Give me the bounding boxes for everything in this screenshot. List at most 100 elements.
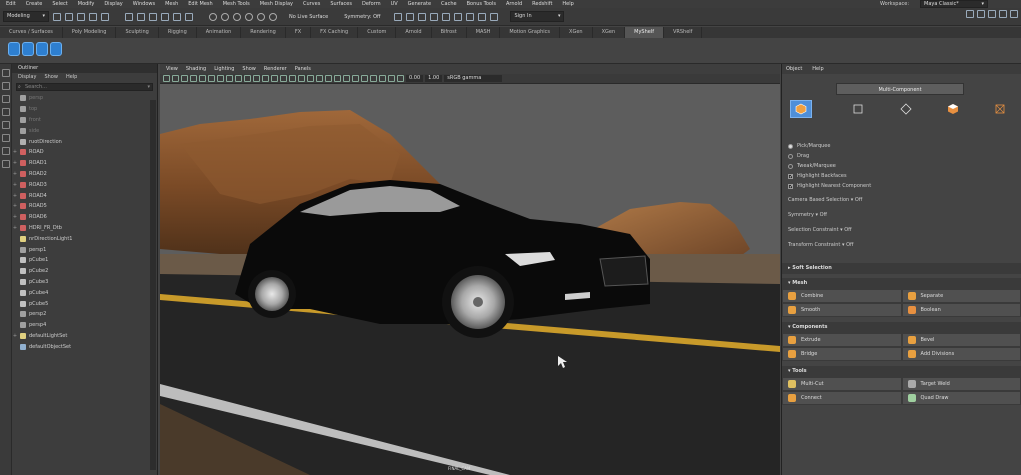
- tab-arnold[interactable]: Arnold: [396, 27, 432, 38]
- edge-mode-button[interactable]: [895, 100, 917, 118]
- select-tool-icon[interactable]: [2, 69, 10, 77]
- settings-gear-icon[interactable]: [1010, 10, 1018, 18]
- symmetry-label[interactable]: Symmetry: Off: [344, 14, 380, 20]
- wireframe-icon[interactable]: [280, 75, 287, 82]
- anti-aliasing-icon[interactable]: [352, 75, 359, 82]
- expand-icon[interactable]: +: [12, 149, 18, 155]
- toolkit-menu-help[interactable]: Help: [812, 64, 823, 74]
- shadows-icon[interactable]: [325, 75, 332, 82]
- outliner-item[interactable]: pCube3: [12, 277, 157, 288]
- viewport-scene[interactable]: [160, 84, 780, 475]
- radio-dot[interactable]: [788, 163, 793, 169]
- safe-action-icon[interactable]: [262, 75, 269, 82]
- menu-help[interactable]: Help: [562, 1, 573, 7]
- attribute-editor-toggle-icon[interactable]: [977, 10, 985, 18]
- expand-icon[interactable]: +: [12, 193, 18, 199]
- checkbox[interactable]: ✓: [788, 183, 793, 189]
- menu-uv[interactable]: UV: [391, 1, 398, 7]
- tab-rigging[interactable]: Rigging: [159, 27, 197, 38]
- render-settings-icon[interactable]: [418, 12, 427, 21]
- outliner-item[interactable]: pCube4: [12, 287, 157, 298]
- add-divisions-button[interactable]: Add Divisions: [901, 347, 1021, 361]
- section-tools[interactable]: ▾ Tools: [782, 366, 1021, 377]
- layout-four-icon[interactable]: [2, 160, 10, 168]
- tab-xgen[interactable]: XGen: [560, 27, 593, 38]
- quad-draw-button[interactable]: Quad Draw: [901, 391, 1021, 405]
- outliner-item[interactable]: nrDirectionLight1: [12, 233, 157, 244]
- highlight-checkbox[interactable]: ✓ Highlight Backfaces: [788, 171, 1018, 181]
- viewport-menu-show[interactable]: Show: [242, 64, 256, 74]
- sign-in-dropdown[interactable]: Sign In ▾: [510, 11, 565, 22]
- outliner-item[interactable]: + ROAD1: [12, 158, 157, 169]
- ambient-occlusion-icon[interactable]: [334, 75, 341, 82]
- object-mode-button[interactable]: [790, 100, 812, 118]
- modeling-toolkit-toggle-icon[interactable]: [966, 10, 974, 18]
- outliner-item[interactable]: pCube5: [12, 298, 157, 309]
- outliner-item[interactable]: + ROAD4: [12, 190, 157, 201]
- connect-button[interactable]: Connect: [782, 391, 902, 405]
- multi-cut-button[interactable]: Multi-Cut: [782, 377, 902, 391]
- resolution-gate-icon[interactable]: [235, 75, 242, 82]
- near-clip-value[interactable]: 0.00: [406, 75, 424, 82]
- face-mode-button[interactable]: [942, 100, 964, 118]
- viewport-panel[interactable]: View Shading Lighting Show Renderer Panels 0.…: [160, 64, 780, 475]
- arnold-render-icon[interactable]: [454, 12, 463, 21]
- motion-blur-icon[interactable]: [343, 75, 350, 82]
- outliner-item[interactable]: + defaultLightSet: [12, 331, 157, 342]
- option-dropdown[interactable]: Symmetry ▾ Off: [788, 210, 1018, 220]
- rotate-tool-icon[interactable]: [2, 121, 10, 129]
- uv-mode-button[interactable]: [989, 100, 1011, 118]
- redo-icon[interactable]: [101, 12, 109, 21]
- section-components[interactable]: ▾ Components: [782, 322, 1021, 333]
- grid-icon[interactable]: [217, 75, 224, 82]
- redshift-render-icon[interactable]: [466, 12, 475, 21]
- menu-cache[interactable]: Cache: [441, 1, 457, 7]
- select-by-hierarchy-icon[interactable]: [125, 12, 133, 21]
- menu-generate[interactable]: Generate: [408, 1, 431, 7]
- use-all-lights-icon[interactable]: [316, 75, 323, 82]
- new-scene-icon[interactable]: [53, 12, 61, 21]
- menu-curves[interactable]: Curves: [303, 1, 320, 7]
- tab-poly-modeling[interactable]: Poly Modeling: [63, 27, 117, 38]
- menu-mesh-tools[interactable]: Mesh Tools: [223, 1, 250, 7]
- viewport-menu-renderer[interactable]: Renderer: [264, 64, 287, 74]
- default-material-icon[interactable]: [298, 75, 305, 82]
- menu-select[interactable]: Select: [52, 1, 67, 7]
- outliner-item[interactable]: front: [12, 115, 157, 126]
- radio-dot[interactable]: [788, 153, 793, 159]
- safe-title-icon[interactable]: [271, 75, 278, 82]
- outliner-item[interactable]: + ROAD: [12, 147, 157, 158]
- bevel-button[interactable]: Bevel: [901, 333, 1021, 347]
- expand-icon[interactable]: +: [12, 333, 18, 339]
- lasso-tool-icon[interactable]: [2, 82, 10, 90]
- menu-display[interactable]: Display: [104, 1, 122, 7]
- select-by-object-icon[interactable]: [137, 12, 145, 21]
- outliner-item[interactable]: top: [12, 104, 157, 115]
- tab-animation[interactable]: Animation: [197, 27, 242, 38]
- menu-redshift[interactable]: Redshift: [532, 1, 552, 7]
- xray-components-icon[interactable]: [388, 75, 395, 82]
- menu-bonus-tools[interactable]: Bonus Tools: [467, 1, 496, 7]
- tab-motion-graphics[interactable]: Motion Graphics: [500, 27, 561, 38]
- channel-box-toggle-icon[interactable]: [999, 10, 1007, 18]
- menu-mesh[interactable]: Mesh: [165, 1, 178, 7]
- live-surface-label[interactable]: No Live Surface: [289, 14, 328, 20]
- outliner-item[interactable]: persp: [12, 93, 157, 104]
- vertex-mode-button[interactable]: [847, 100, 869, 118]
- option-dropdown[interactable]: Transform Constraint ▾ Off: [788, 240, 1018, 250]
- mode-dropdown[interactable]: Modeling ▾: [3, 11, 49, 22]
- toolkit-menu-object[interactable]: Object: [786, 64, 802, 74]
- snap-grid-icon[interactable]: [209, 12, 217, 21]
- selection-mode-radio[interactable]: Drag: [788, 151, 1018, 161]
- color-space-dropdown[interactable]: sRGB gamma: [444, 75, 503, 82]
- 2d-pan-zoom-icon[interactable]: [199, 75, 206, 82]
- outliner-menu-help[interactable]: Help: [66, 73, 77, 82]
- expand-icon[interactable]: +: [12, 160, 18, 166]
- render-view-icon[interactable]: [442, 12, 451, 21]
- menu-windows[interactable]: Windows: [133, 1, 155, 7]
- extrude-button[interactable]: Extrude: [782, 333, 902, 347]
- radio-dot[interactable]: [788, 143, 793, 149]
- save-scene-icon[interactable]: [77, 12, 85, 21]
- workspace-dropdown[interactable]: Maya Classic* ▾: [920, 0, 988, 8]
- highlight-checkbox[interactable]: ✓ Highlight Nearest Component: [788, 181, 1018, 191]
